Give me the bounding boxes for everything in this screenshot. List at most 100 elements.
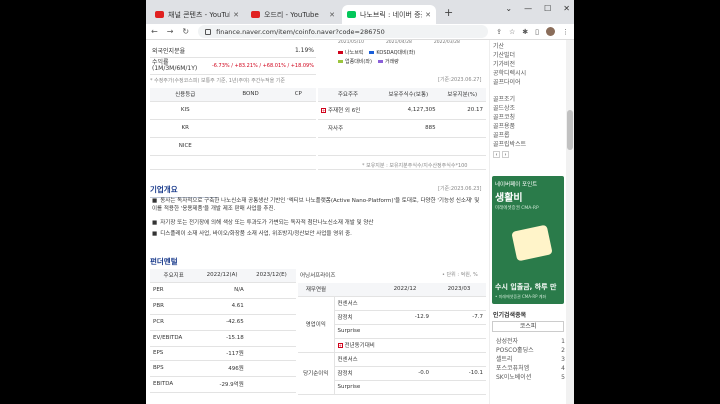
right-sidebar: 기산 기산빌더 기가비전 공학디렉시시 골프다이어 골프조기 골드상조 골프코칭…	[489, 40, 566, 404]
table-row: BPS 496원	[150, 360, 296, 377]
menu-icon[interactable]: ⋮	[562, 28, 569, 36]
chart-legend: 나노브릭 KOSDAQ대비(좌) 업종대비(좌) 거래량	[338, 49, 448, 65]
address-bar[interactable]: finance.naver.com/item/coinfo.naver?code…	[198, 25, 489, 38]
col-header: 2022/12(A)	[197, 269, 247, 283]
table-row: PER N/A	[150, 282, 296, 299]
tab-youtube-channel[interactable]: 채널 콘텐츠 - YouTube ✕	[150, 5, 244, 24]
reload-icon[interactable]: ↻	[182, 27, 189, 36]
next-icon[interactable]: ›	[502, 151, 509, 158]
rp-link[interactable]: 기가비전	[490, 60, 566, 69]
rp-link[interactable]: 골프롭	[490, 131, 566, 140]
close-window-icon[interactable]: ✕	[563, 4, 570, 13]
col-header: 보유지분(%)	[438, 88, 486, 102]
list-item[interactable]: SK이노베이션 5	[493, 373, 565, 382]
star-icon[interactable]: ☆	[509, 28, 515, 36]
list-item[interactable]: 셀트리 3	[493, 355, 565, 364]
sidebar-icon[interactable]: ▯	[535, 28, 539, 36]
rp-pager: ‹ ›	[490, 151, 566, 158]
rp-link[interactable]: 골프코칭	[490, 113, 566, 122]
minimize-icon[interactable]: —	[524, 4, 532, 13]
overview-bullet: ■ 동사는 독자적으로 구축한 나노신소재 공통생산 기반인 '엑티브 나노플랫폼…	[152, 198, 480, 212]
advertisement-banner[interactable]: 네이버페이 포인트 생활비 미래에셋증권 CMA-RP 수시 입출금, 하루 만…	[492, 176, 564, 304]
toolbar-icons: ⇪ ☆ ✱ ▯ ⋮	[496, 27, 569, 36]
table-row: 자사주 885	[318, 119, 486, 138]
browser-window: 채널 콘텐츠 - YouTube ✕ 오드리 - YouTube ✕ 나노브릭 …	[146, 0, 574, 404]
table-row: EV/EBITDA -15.18	[150, 330, 296, 347]
close-icon[interactable]: ✕	[425, 11, 431, 19]
avatar[interactable]	[546, 27, 555, 36]
scrollbar[interactable]	[566, 40, 574, 404]
forward-icon[interactable]: →	[167, 27, 174, 36]
popular-list: 삼성전자 1 POSCO홀딩스 2 셀트리 3 포스코퓨처엠 4 SK이노베이션 5	[493, 337, 565, 382]
chevron-down-icon[interactable]: ⌄	[505, 4, 512, 13]
rp-link[interactable]: 골프립박스트	[490, 140, 566, 149]
popular-title: 인기검색종목	[493, 312, 527, 319]
rp-link[interactable]: 골프다이어	[490, 78, 566, 87]
window-controls: ⌄ — ☐ ✕	[505, 4, 570, 13]
overview-bullet: ■ 디스플레이 소재 사업, 바이오/화장품 소재 사업, 위조방지/정산보안 사…	[152, 231, 352, 237]
rp-link[interactable]: 골드상조	[490, 104, 566, 113]
table-row: KIS	[150, 101, 316, 120]
legend-item: KOSDAQ대비(좌)	[369, 49, 415, 56]
expand-icon[interactable]: +	[337, 343, 343, 348]
table-row: PBR 4.61	[150, 298, 296, 315]
credit-date-note: [기준:2023.06.27]	[438, 77, 482, 83]
close-icon[interactable]: ✕	[233, 11, 239, 19]
tab-youtube-audrey[interactable]: 오드리 - YouTube ✕	[246, 5, 340, 24]
stat-label: 수익률 (1M/3M/6M/1Y)	[152, 59, 198, 72]
table-row: EPS -117원	[150, 346, 296, 361]
naver-icon	[347, 11, 356, 18]
browser-toolbar: ← → ↻ finance.naver.com/item/coinfo.nave…	[146, 24, 574, 40]
investment-stats: 외국인지분율 1.19% 수익률 (1M/3M/6M/1Y) -6.73% / …	[150, 44, 316, 84]
col-header: 2022/12	[378, 283, 432, 297]
table-row	[318, 137, 486, 156]
list-item[interactable]: POSCO홀딩스 2	[493, 346, 565, 355]
maximize-icon[interactable]: ☐	[544, 4, 551, 13]
table-row: 당기순이익 컨센서스	[298, 352, 486, 395]
major-holders-table: 주요주주 보유주식수(보통) 보유지분(%) + 주재현 외 6인 4,127,3…	[318, 88, 486, 170]
extensions-icon[interactable]: ✱	[522, 28, 528, 36]
prev-icon[interactable]: ‹	[493, 151, 500, 158]
stat-value: 1.19%	[294, 47, 314, 54]
tab-naver-finance[interactable]: 나노브릭 : 네이버 증권 ✕	[342, 5, 436, 24]
col-header: 2023/12(E)	[246, 269, 296, 283]
new-tab-button[interactable]: +	[444, 6, 453, 19]
close-icon[interactable]: ✕	[329, 11, 335, 19]
rp-link[interactable]: 기산	[490, 42, 566, 51]
lock-icon	[205, 28, 212, 35]
expand-icon[interactable]: +	[321, 108, 326, 113]
rp-link[interactable]: 골프용품	[490, 122, 566, 131]
scrollbar-thumb[interactable]	[567, 110, 573, 150]
stat-value: -6.73% / +83.21% / +68.01% / +18.09%	[211, 63, 314, 69]
rp-link[interactable]: 골프조기	[490, 95, 566, 104]
tab-kospi[interactable]: 코스피	[492, 321, 564, 332]
earnings-surprise-title: 어닝서프라이즈	[300, 273, 336, 279]
card-illustration	[511, 224, 553, 262]
legend-item: 나노브릭	[338, 49, 363, 56]
stats-footnote: * 수정주가(수정코스피) 보통주 기준, 1년(주야) 주간누적을 기준	[150, 78, 286, 84]
rp-link[interactable]: 기산빌더	[490, 51, 566, 60]
overview-title: 기업개요	[150, 185, 217, 198]
youtube-icon	[155, 11, 164, 18]
rp-link[interactable]: 공학디렉시시	[490, 69, 566, 78]
share-icon[interactable]: ⇪	[496, 28, 502, 36]
list-item[interactable]: 삼성전자 1	[493, 337, 565, 346]
stat-label: 외국인지분율	[152, 48, 186, 55]
table-row: EBITDA -29.9억원	[150, 376, 296, 393]
table-row: + 주재현 외 6인 4,127,305 20.17	[318, 101, 486, 120]
table-row: KR	[150, 119, 316, 138]
tab-bar: 채널 콘텐츠 - YouTube ✕ 오드리 - YouTube ✕ 나노브릭 …	[146, 0, 574, 24]
table-row: 영업이익 컨센서스	[298, 296, 486, 353]
col-header: BOND	[220, 88, 281, 102]
legend-item: 업종대비(좌)	[338, 58, 372, 65]
fundamental-title: 펀더멘털	[150, 257, 217, 270]
col-header: CP	[280, 88, 316, 102]
overview-bullet: ■ 자기장 또는 전기장에 의해 색상 또는 투과도가 가변되는 독자적 첨단나노…	[152, 220, 374, 226]
credit-rating-table: 신용등급 BOND CP KIS KR NICE	[150, 88, 316, 170]
list-item[interactable]: 포스코퓨처엠 4	[493, 364, 565, 373]
col-header: 재무연월	[298, 283, 334, 297]
col-header	[334, 283, 378, 297]
earnings-surprise-table: 재무연월 2022/12 2023/03 영업이익 컨센서스 잠정치 -12.9-…	[298, 283, 486, 395]
back-icon[interactable]: ←	[151, 27, 158, 36]
col-header: 주요지표	[150, 269, 198, 283]
